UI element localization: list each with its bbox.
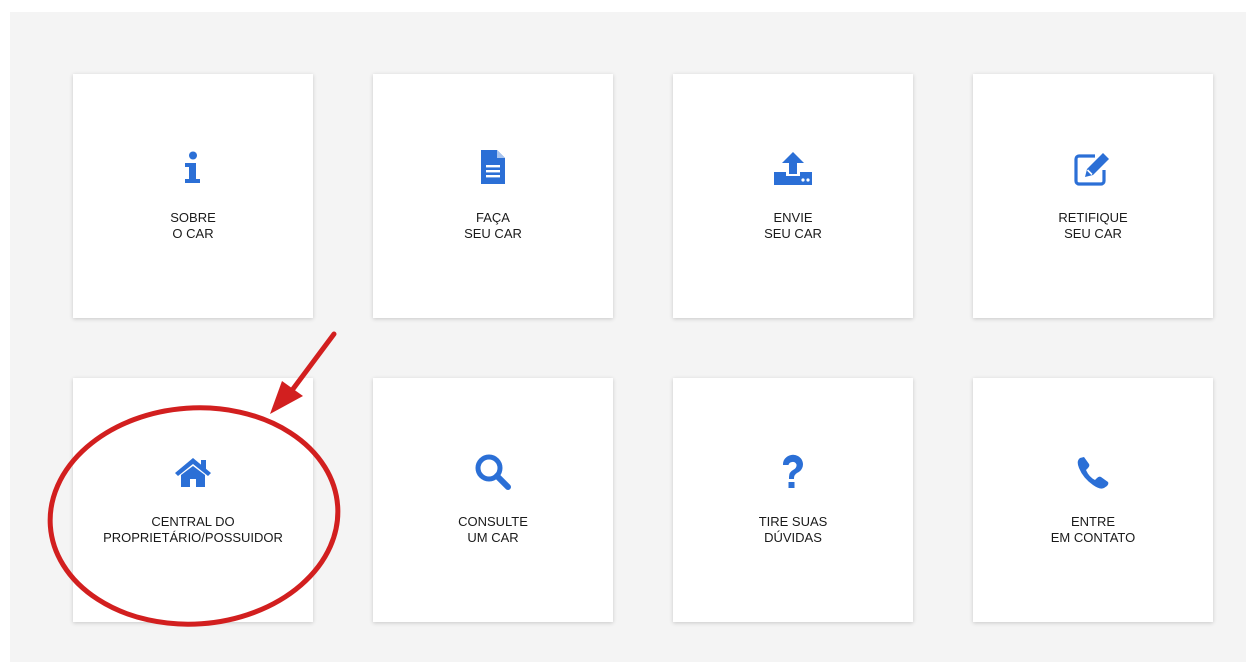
card-label: CONSULTE UM CAR xyxy=(458,514,528,545)
card-label: SOBRE O CAR xyxy=(170,210,216,241)
card-retifique-seu-car[interactable]: RETIFIQUE SEU CAR xyxy=(973,74,1213,318)
search-icon xyxy=(473,452,513,492)
edit-icon xyxy=(1073,148,1113,188)
card-faca-seu-car[interactable]: FAÇA SEU CAR xyxy=(373,74,613,318)
card-label: FAÇA SEU CAR xyxy=(464,210,522,241)
card-label: TIRE SUAS DÚVIDAS xyxy=(758,514,828,545)
card-envie-seu-car[interactable]: ENVIE SEU CAR xyxy=(673,74,913,318)
card-tire-suas-duvidas[interactable]: TIRE SUAS DÚVIDAS xyxy=(673,378,913,622)
info-icon xyxy=(173,148,213,188)
phone-icon xyxy=(1073,452,1113,492)
document-icon xyxy=(473,148,513,188)
question-icon xyxy=(773,452,813,492)
card-sobre-o-car[interactable]: SOBRE O CAR xyxy=(73,74,313,318)
card-consulte-um-car[interactable]: CONSULTE UM CAR xyxy=(373,378,613,622)
card-label: ENTRE EM CONTATO xyxy=(1050,514,1136,545)
upload-icon xyxy=(773,148,813,188)
card-label: RETIFIQUE SEU CAR xyxy=(1058,210,1128,241)
card-label: ENVIE SEU CAR xyxy=(764,210,822,241)
home-icon xyxy=(173,452,213,492)
card-central-do-proprietario[interactable]: CENTRAL DO PROPRIETÁRIO/POSSUIDOR xyxy=(73,378,313,622)
card-label: CENTRAL DO PROPRIETÁRIO/POSSUIDOR xyxy=(103,514,283,545)
card-entre-em-contato[interactable]: ENTRE EM CONTATO xyxy=(973,378,1213,622)
